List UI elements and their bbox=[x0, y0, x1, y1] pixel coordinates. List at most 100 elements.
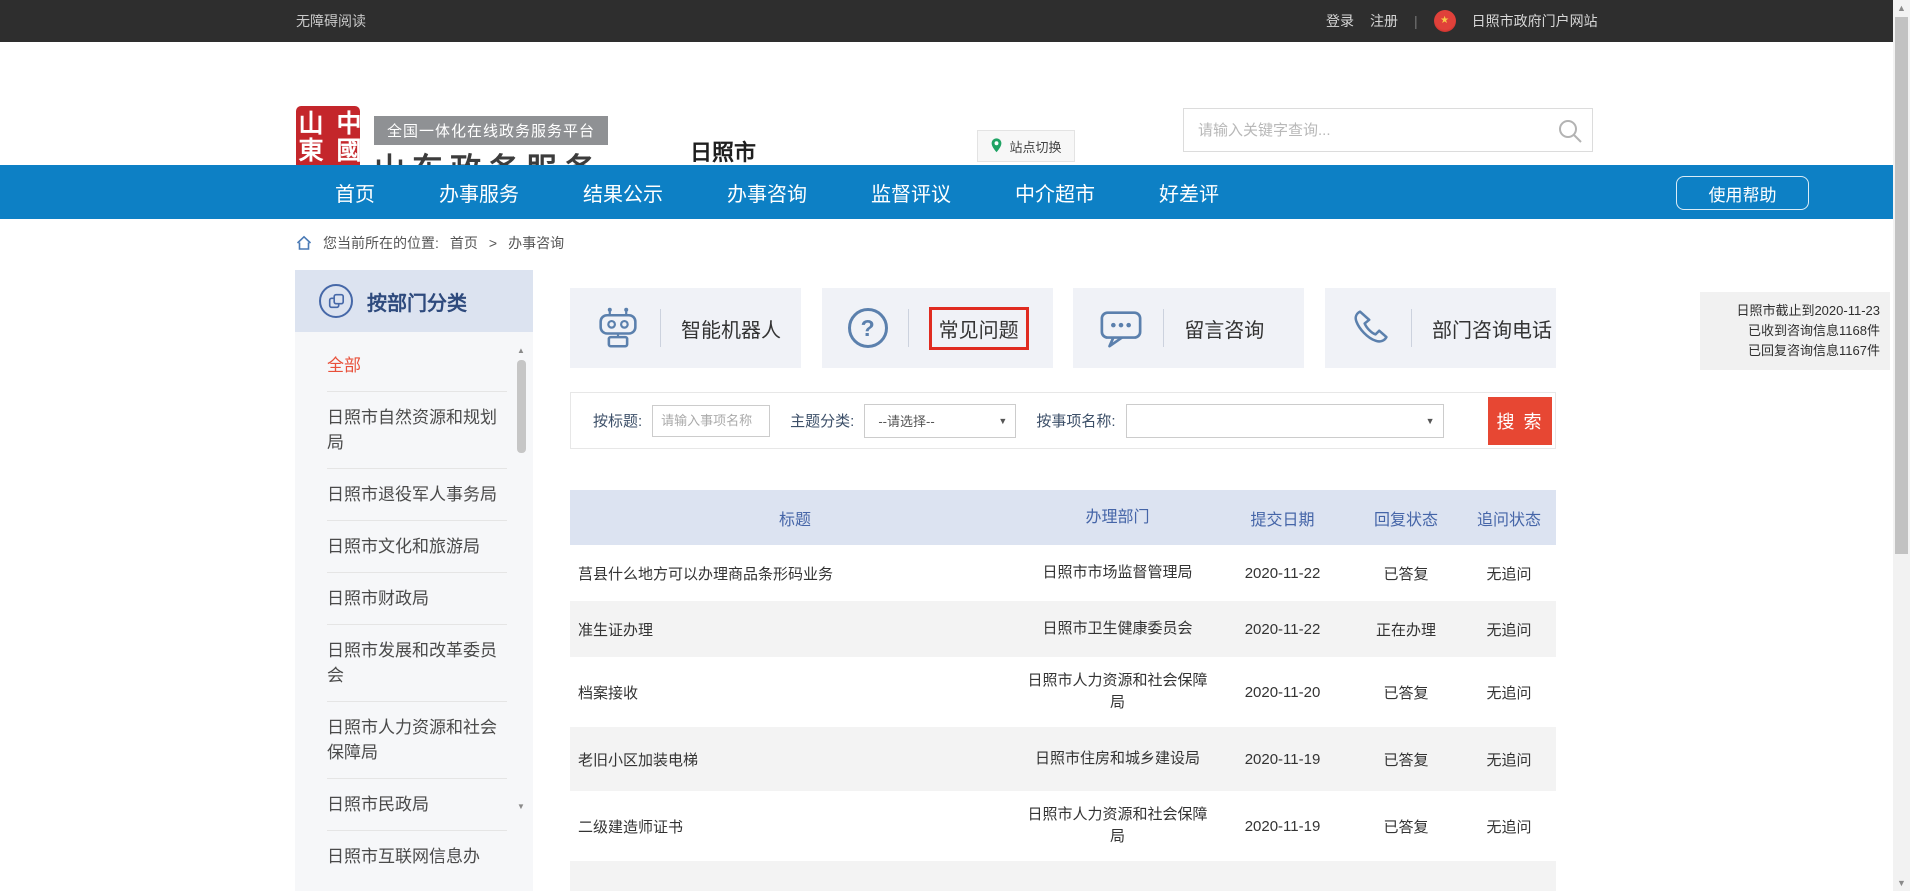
filter-bar: 按标题: 主题分类: --请选择-- ▼ 按事项名称: ▼ 搜 索 bbox=[570, 392, 1556, 449]
phone-icon bbox=[1351, 308, 1391, 348]
row-followup-status: 无追问 bbox=[1462, 682, 1556, 703]
tab-divider bbox=[1163, 309, 1164, 347]
platform-badge: 全国一体化在线政务服务平台 bbox=[374, 116, 608, 145]
location-pin-icon bbox=[990, 138, 1003, 155]
page-scrollbar-thumb[interactable] bbox=[1895, 17, 1908, 554]
tab-phone-consult[interactable]: 部门咨询电话 bbox=[1325, 288, 1556, 368]
row-date: 2020-11-19 bbox=[1215, 818, 1350, 835]
col-followup-status: 追问状态 bbox=[1462, 506, 1556, 530]
row-followup-status: 无追问 bbox=[1462, 749, 1556, 770]
sidebar-item-internet-info[interactable]: 日照市互联网信息办 bbox=[327, 831, 507, 882]
row-title-link[interactable]: 档案接收 bbox=[570, 682, 1020, 703]
tab-message-consult-label: 留言咨询 bbox=[1184, 314, 1264, 343]
row-title-link[interactable]: 老旧小区加装电梯 bbox=[570, 749, 1020, 770]
question-icon: ? bbox=[848, 308, 888, 348]
scroll-up-icon[interactable]: ▲ bbox=[1893, 3, 1910, 13]
row-title-link[interactable]: 莒县什么地方可以办理商品条形码业务 bbox=[570, 563, 1020, 584]
site-header: 中國 山東 全国一体化在线政务服务平台 山东政务服务 日照市 站点切换 全部 bbox=[0, 42, 1893, 165]
breadcrumb-prefix: 您当前所在的位置: bbox=[323, 233, 439, 253]
help-button[interactable]: 使用帮助 bbox=[1676, 176, 1809, 210]
chevron-down-icon: ▼ bbox=[998, 416, 1007, 426]
city-name: 日照市 bbox=[690, 135, 756, 167]
sidebar-item-development-reform[interactable]: 日照市发展和改革委员会 bbox=[327, 625, 507, 702]
department-list: 全部 日照市自然资源和规划局 日照市退役军人事务局 日照市文化和旅游局 日照市财… bbox=[295, 332, 533, 882]
category-icon bbox=[319, 284, 353, 318]
sidebar-item-all[interactable]: 全部 bbox=[327, 340, 507, 392]
table-header-row: 标题 办理部门 提交日期 回复状态 追问状态 bbox=[570, 490, 1556, 545]
sidebar-item-civil-affairs[interactable]: 日照市民政局 bbox=[327, 779, 507, 831]
sidebar-item-finance[interactable]: 日照市财政局 bbox=[327, 573, 507, 625]
table-row: 二级建造师证书 日照市人力资源和社会保障局 2020-11-19 已答复 无追问 bbox=[570, 791, 1556, 861]
tab-divider bbox=[660, 309, 661, 347]
nav-item-home[interactable]: 首页 bbox=[335, 178, 375, 207]
stats-line-received: 已收到咨询信息1168件 bbox=[1710, 321, 1880, 341]
row-date: 2020-11-19 bbox=[1215, 751, 1350, 768]
consult-tabs: 智能机器人 ? 常见问题 留言咨询 部门咨询电话 bbox=[570, 288, 1556, 368]
title-filter-input[interactable] bbox=[652, 405, 770, 437]
row-department: 日照市卫生健康委员会 bbox=[1020, 618, 1215, 640]
topbar-right-group: 登录 注册 | ★ 日照市政府门户网站 bbox=[1326, 0, 1598, 42]
col-reply-status: 回复状态 bbox=[1350, 506, 1462, 530]
consult-table: 标题 办理部门 提交日期 回复状态 追问状态 莒县什么地方可以办理商品条形码业务… bbox=[570, 490, 1556, 861]
sidebar-item-natural-resources[interactable]: 日照市自然资源和规划局 bbox=[327, 392, 507, 469]
sidebar-scrollbar-thumb[interactable] bbox=[517, 360, 526, 453]
scroll-down-icon[interactable]: ▼ bbox=[1893, 878, 1910, 888]
sidebar-header: 按部门分类 bbox=[295, 270, 533, 332]
row-date: 2020-11-22 bbox=[1215, 621, 1350, 638]
message-icon bbox=[1099, 306, 1143, 350]
sidebar-item-culture-tourism[interactable]: 日照市文化和旅游局 bbox=[327, 521, 507, 573]
sidebar-title: 按部门分类 bbox=[367, 287, 467, 316]
nav-item-review[interactable]: 好差评 bbox=[1159, 178, 1219, 207]
sidebar-scroll-down-icon[interactable]: ▼ bbox=[517, 802, 525, 811]
tab-smart-robot-label: 智能机器人 bbox=[681, 314, 781, 343]
tab-divider bbox=[1411, 309, 1412, 347]
portal-link[interactable]: 日照市政府门户网站 bbox=[1472, 11, 1598, 31]
keyword-search bbox=[1183, 108, 1593, 152]
nav-item-results[interactable]: 结果公示 bbox=[583, 178, 663, 207]
page: 无障碍阅读 登录 注册 | ★ 日照市政府门户网站 中國 山東 全国一体化在线政… bbox=[0, 0, 1910, 891]
row-department: 日照市市场监督管理局 bbox=[1020, 562, 1215, 584]
top-utility-bar: 无障碍阅读 登录 注册 | ★ 日照市政府门户网站 bbox=[0, 0, 1893, 42]
row-reply-status: 已答复 bbox=[1350, 563, 1462, 584]
breadcrumb-home[interactable]: 首页 bbox=[450, 233, 478, 253]
national-emblem-icon: ★ bbox=[1434, 10, 1456, 32]
search-icon[interactable] bbox=[1556, 117, 1584, 145]
sidebar-scroll-up-icon[interactable]: ▲ bbox=[517, 346, 525, 355]
tab-divider bbox=[908, 309, 909, 347]
col-title: 标题 bbox=[570, 506, 1020, 530]
search-button[interactable]: 搜 索 bbox=[1488, 397, 1552, 445]
item-select[interactable]: ▼ bbox=[1126, 404, 1444, 438]
register-link[interactable]: 注册 bbox=[1370, 11, 1398, 31]
topic-select[interactable]: --请选择-- ▼ bbox=[864, 404, 1016, 438]
sidebar-item-human-resources[interactable]: 日照市人力资源和社会保障局 bbox=[327, 702, 507, 779]
nav-item-intermediary[interactable]: 中介超市 bbox=[1015, 178, 1095, 207]
department-sidebar: 按部门分类 全部 日照市自然资源和规划局 日照市退役军人事务局 日照市文化和旅游… bbox=[295, 270, 533, 891]
row-title-link[interactable]: 二级建造师证书 bbox=[570, 816, 1020, 837]
tab-faq[interactable]: ? 常见问题 bbox=[822, 288, 1053, 368]
table-row: 档案接收 日照市人力资源和社会保障局 2020-11-20 已答复 无追问 bbox=[570, 657, 1556, 727]
row-reply-status: 已答复 bbox=[1350, 816, 1462, 837]
nav-item-supervision[interactable]: 监督评议 bbox=[871, 178, 951, 207]
nav-item-services[interactable]: 办事服务 bbox=[439, 178, 519, 207]
title-filter-label: 按标题: bbox=[593, 410, 642, 431]
site-switch-button[interactable]: 站点切换 bbox=[977, 130, 1075, 162]
table-row: 莒县什么地方可以办理商品条形码业务 日照市市场监督管理局 2020-11-22 … bbox=[570, 545, 1556, 601]
page-scrollbar[interactable]: ▲ ▼ bbox=[1893, 0, 1910, 891]
robot-icon bbox=[596, 307, 640, 349]
row-reply-status: 已答复 bbox=[1350, 682, 1462, 703]
home-icon bbox=[296, 235, 312, 251]
sidebar-item-veterans[interactable]: 日照市退役军人事务局 bbox=[327, 469, 507, 521]
row-date: 2020-11-20 bbox=[1215, 684, 1350, 701]
row-followup-status: 无追问 bbox=[1462, 563, 1556, 584]
tab-smart-robot[interactable]: 智能机器人 bbox=[570, 288, 801, 368]
row-title-link[interactable]: 准生证办理 bbox=[570, 619, 1020, 640]
row-department: 日照市住房和城乡建设局 bbox=[1020, 748, 1215, 770]
accessibility-link[interactable]: 无障碍阅读 bbox=[296, 0, 366, 42]
breadcrumb-separator: > bbox=[489, 235, 497, 251]
site-switch-label: 站点切换 bbox=[1009, 137, 1061, 156]
tab-message-consult[interactable]: 留言咨询 bbox=[1073, 288, 1304, 368]
login-link[interactable]: 登录 bbox=[1326, 11, 1354, 31]
nav-item-consult[interactable]: 办事咨询 bbox=[727, 178, 807, 207]
row-department: 日照市人力资源和社会保障局 bbox=[1020, 804, 1215, 848]
keyword-search-input[interactable] bbox=[1184, 109, 1592, 151]
